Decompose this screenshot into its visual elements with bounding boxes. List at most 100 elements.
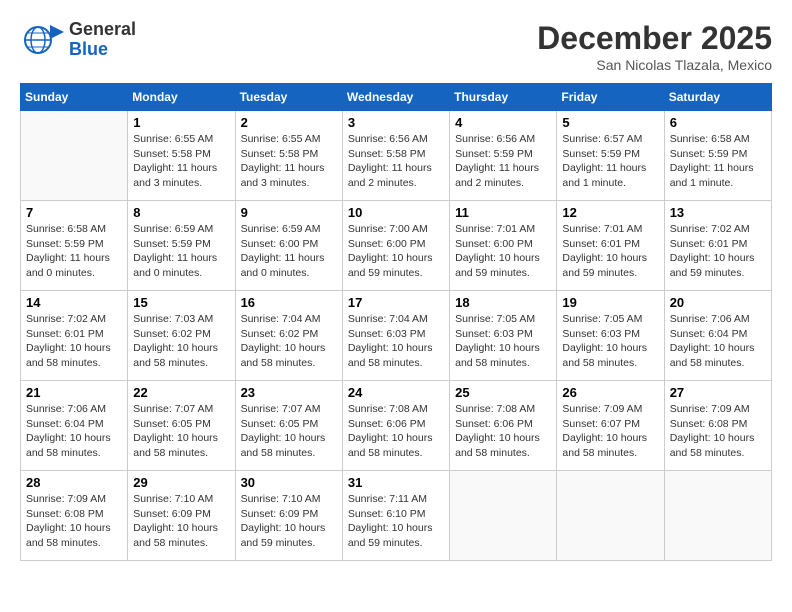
day-number: 17 [348, 295, 444, 310]
day-info: Sunrise: 7:05 AMSunset: 6:03 PMDaylight:… [455, 312, 551, 371]
calendar-cell: 21 Sunrise: 7:06 AMSunset: 6:04 PMDayligh… [21, 381, 128, 471]
calendar-cell: 29 Sunrise: 7:10 AMSunset: 6:09 PMDayligh… [128, 471, 235, 561]
day-number: 1 [133, 115, 229, 130]
calendar-cell: 23 Sunrise: 7:07 AMSunset: 6:05 PMDayligh… [235, 381, 342, 471]
day-number: 21 [26, 385, 122, 400]
day-info: Sunrise: 7:01 AMSunset: 6:00 PMDaylight:… [455, 222, 551, 281]
calendar-cell: 14 Sunrise: 7:02 AMSunset: 6:01 PMDayligh… [21, 291, 128, 381]
day-info: Sunrise: 6:58 AMSunset: 5:59 PMDaylight:… [670, 132, 766, 191]
day-number: 23 [241, 385, 337, 400]
day-number: 19 [562, 295, 658, 310]
weekday-header-tuesday: Tuesday [235, 84, 342, 111]
title-block: December 2025 San Nicolas Tlazala, Mexic… [537, 20, 772, 73]
day-number: 29 [133, 475, 229, 490]
calendar-cell: 4 Sunrise: 6:56 AMSunset: 5:59 PMDaylight… [450, 111, 557, 201]
calendar-cell: 25 Sunrise: 7:08 AMSunset: 6:06 PMDayligh… [450, 381, 557, 471]
day-info: Sunrise: 6:58 AMSunset: 5:59 PMDaylight:… [26, 222, 122, 281]
weekday-header-sunday: Sunday [21, 84, 128, 111]
day-number: 22 [133, 385, 229, 400]
calendar-cell [21, 111, 128, 201]
day-info: Sunrise: 7:05 AMSunset: 6:03 PMDaylight:… [562, 312, 658, 371]
calendar-cell: 27Sunrise: 7:09 AMSunset: 6:08 PMDayligh… [664, 381, 771, 471]
day-info: Sunrise: 7:11 AMSunset: 6:10 PMDaylight:… [348, 492, 444, 551]
day-number: 14 [26, 295, 122, 310]
calendar-cell: 3 Sunrise: 6:56 AMSunset: 5:58 PMDaylight… [342, 111, 449, 201]
day-number: 24 [348, 385, 444, 400]
day-number: 10 [348, 205, 444, 220]
day-number: 25 [455, 385, 551, 400]
day-info: Sunrise: 7:06 AMSunset: 6:04 PMDaylight:… [670, 312, 766, 371]
day-info: Sunrise: 7:04 AMSunset: 6:03 PMDaylight:… [348, 312, 444, 371]
day-number: 13 [670, 205, 766, 220]
calendar-cell: 11 Sunrise: 7:01 AMSunset: 6:00 PMDayligh… [450, 201, 557, 291]
day-info: Sunrise: 7:02 AMSunset: 6:01 PMDaylight:… [26, 312, 122, 371]
calendar-cell: 31 Sunrise: 7:11 AMSunset: 6:10 PMDayligh… [342, 471, 449, 561]
week-row-4: 21 Sunrise: 7:06 AMSunset: 6:04 PMDayligh… [21, 381, 772, 471]
weekday-header-friday: Friday [557, 84, 664, 111]
day-info: Sunrise: 7:06 AMSunset: 6:04 PMDaylight:… [26, 402, 122, 461]
day-info: Sunrise: 7:08 AMSunset: 6:06 PMDaylight:… [455, 402, 551, 461]
weekday-header-row: SundayMondayTuesdayWednesdayThursdayFrid… [21, 84, 772, 111]
calendar-cell [450, 471, 557, 561]
day-number: 7 [26, 205, 122, 220]
calendar-cell: 24Sunrise: 7:08 AMSunset: 6:06 PMDayligh… [342, 381, 449, 471]
day-number: 4 [455, 115, 551, 130]
calendar-cell: 26 Sunrise: 7:09 AMSunset: 6:07 PMDayligh… [557, 381, 664, 471]
calendar-cell: 1Sunrise: 6:55 AMSunset: 5:58 PMDaylight… [128, 111, 235, 201]
calendar-cell: 18 Sunrise: 7:05 AMSunset: 6:03 PMDayligh… [450, 291, 557, 381]
day-number: 5 [562, 115, 658, 130]
day-number: 9 [241, 205, 337, 220]
day-info: Sunrise: 6:56 AMSunset: 5:58 PMDaylight:… [348, 132, 444, 191]
calendar-cell: 7 Sunrise: 6:58 AMSunset: 5:59 PMDaylight… [21, 201, 128, 291]
calendar-cell: 22Sunrise: 7:07 AMSunset: 6:05 PMDayligh… [128, 381, 235, 471]
day-info: Sunrise: 7:10 AMSunset: 6:09 PMDaylight:… [241, 492, 337, 551]
calendar-cell: 6 Sunrise: 6:58 AMSunset: 5:59 PMDaylight… [664, 111, 771, 201]
month-title: December 2025 [537, 20, 772, 57]
location-text: San Nicolas Tlazala, Mexico [537, 57, 772, 73]
calendar-cell: 5Sunrise: 6:57 AMSunset: 5:59 PMDaylight… [557, 111, 664, 201]
day-number: 8 [133, 205, 229, 220]
weekday-header-saturday: Saturday [664, 84, 771, 111]
day-info: Sunrise: 7:03 AMSunset: 6:02 PMDaylight:… [133, 312, 229, 371]
calendar-cell: 17 Sunrise: 7:04 AMSunset: 6:03 PMDayligh… [342, 291, 449, 381]
day-info: Sunrise: 6:59 AMSunset: 6:00 PMDaylight:… [241, 222, 337, 281]
day-info: Sunrise: 7:09 AMSunset: 6:08 PMDaylight:… [26, 492, 122, 551]
day-info: Sunrise: 6:56 AMSunset: 5:59 PMDaylight:… [455, 132, 551, 191]
calendar-cell [664, 471, 771, 561]
calendar-cell: 2Sunrise: 6:55 AMSunset: 5:58 PMDaylight… [235, 111, 342, 201]
day-info: Sunrise: 7:01 AMSunset: 6:01 PMDaylight:… [562, 222, 658, 281]
day-number: 12 [562, 205, 658, 220]
day-number: 20 [670, 295, 766, 310]
weekday-header-thursday: Thursday [450, 84, 557, 111]
calendar-cell: 28 Sunrise: 7:09 AMSunset: 6:08 PMDayligh… [21, 471, 128, 561]
day-number: 18 [455, 295, 551, 310]
logo-text: General Blue [69, 20, 136, 60]
day-number: 3 [348, 115, 444, 130]
day-number: 11 [455, 205, 551, 220]
calendar-cell: 19 Sunrise: 7:05 AMSunset: 6:03 PMDayligh… [557, 291, 664, 381]
calendar-cell: 13 Sunrise: 7:02 AMSunset: 6:01 PMDayligh… [664, 201, 771, 291]
page-header: General Blue December 2025 San Nicolas T… [20, 20, 772, 73]
day-number: 26 [562, 385, 658, 400]
calendar-cell: 12 Sunrise: 7:01 AMSunset: 6:01 PMDayligh… [557, 201, 664, 291]
day-info: Sunrise: 7:02 AMSunset: 6:01 PMDaylight:… [670, 222, 766, 281]
week-row-5: 28 Sunrise: 7:09 AMSunset: 6:08 PMDayligh… [21, 471, 772, 561]
logo: General Blue [20, 20, 136, 60]
logo-general-text: General [69, 20, 136, 40]
day-number: 30 [241, 475, 337, 490]
calendar-table: SundayMondayTuesdayWednesdayThursdayFrid… [20, 83, 772, 561]
day-info: Sunrise: 7:07 AMSunset: 6:05 PMDaylight:… [241, 402, 337, 461]
day-info: Sunrise: 7:04 AMSunset: 6:02 PMDaylight:… [241, 312, 337, 371]
day-number: 6 [670, 115, 766, 130]
week-row-1: 1Sunrise: 6:55 AMSunset: 5:58 PMDaylight… [21, 111, 772, 201]
week-row-3: 14 Sunrise: 7:02 AMSunset: 6:01 PMDayligh… [21, 291, 772, 381]
day-number: 27 [670, 385, 766, 400]
logo-icon [20, 20, 65, 60]
weekday-header-wednesday: Wednesday [342, 84, 449, 111]
day-info: Sunrise: 7:10 AMSunset: 6:09 PMDaylight:… [133, 492, 229, 551]
day-info: Sunrise: 7:09 AMSunset: 6:07 PMDaylight:… [562, 402, 658, 461]
day-info: Sunrise: 6:59 AMSunset: 5:59 PMDaylight:… [133, 222, 229, 281]
day-number: 28 [26, 475, 122, 490]
day-number: 15 [133, 295, 229, 310]
day-number: 31 [348, 475, 444, 490]
